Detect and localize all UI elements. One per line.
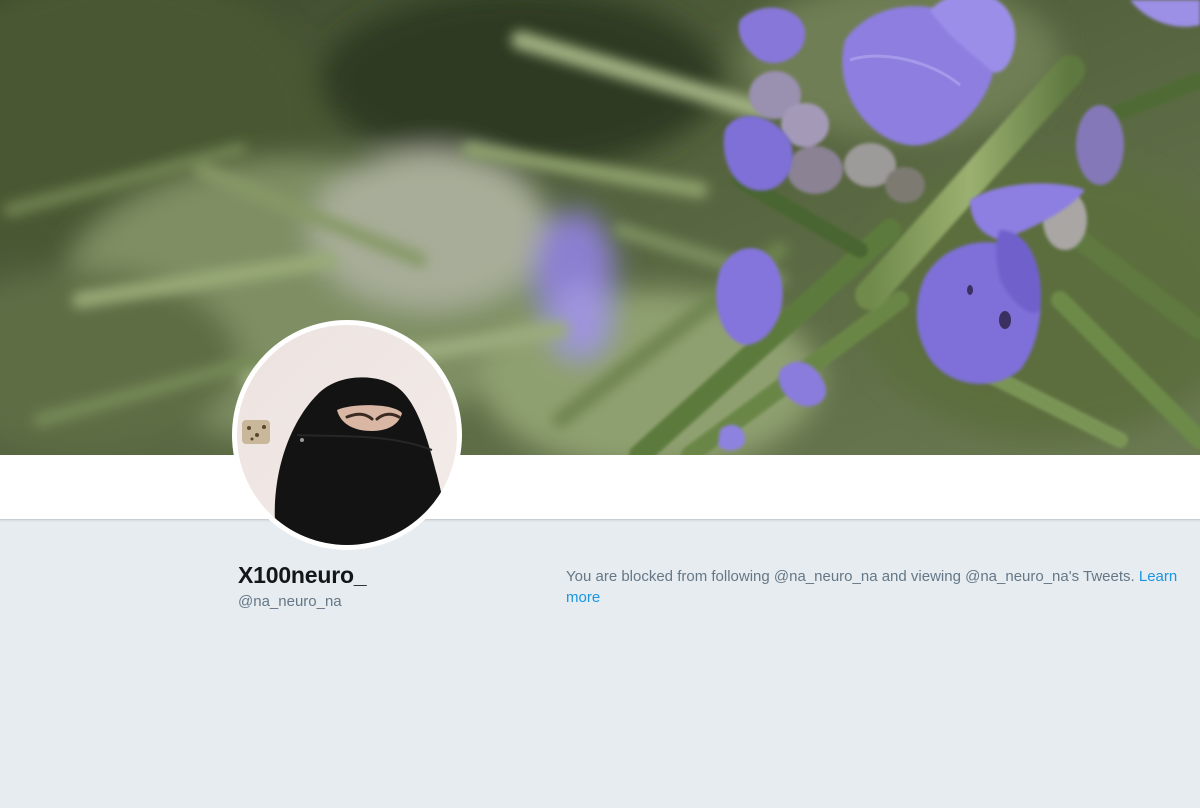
profile-header-banner[interactable] <box>0 0 1200 455</box>
banner-photo <box>0 0 1200 455</box>
profile-avatar[interactable] <box>232 320 462 550</box>
profile-nav-bar <box>0 455 1200 520</box>
blocked-notice-text: You are blocked from following @na_neuro… <box>566 568 1135 585</box>
blocked-notice: You are blocked from following @na_neuro… <box>566 566 1196 608</box>
profile-handle[interactable]: @na_neuro_na <box>238 593 342 610</box>
profile-display-name[interactable]: X100neuro_ <box>238 562 367 589</box>
avatar-photo <box>237 325 457 545</box>
